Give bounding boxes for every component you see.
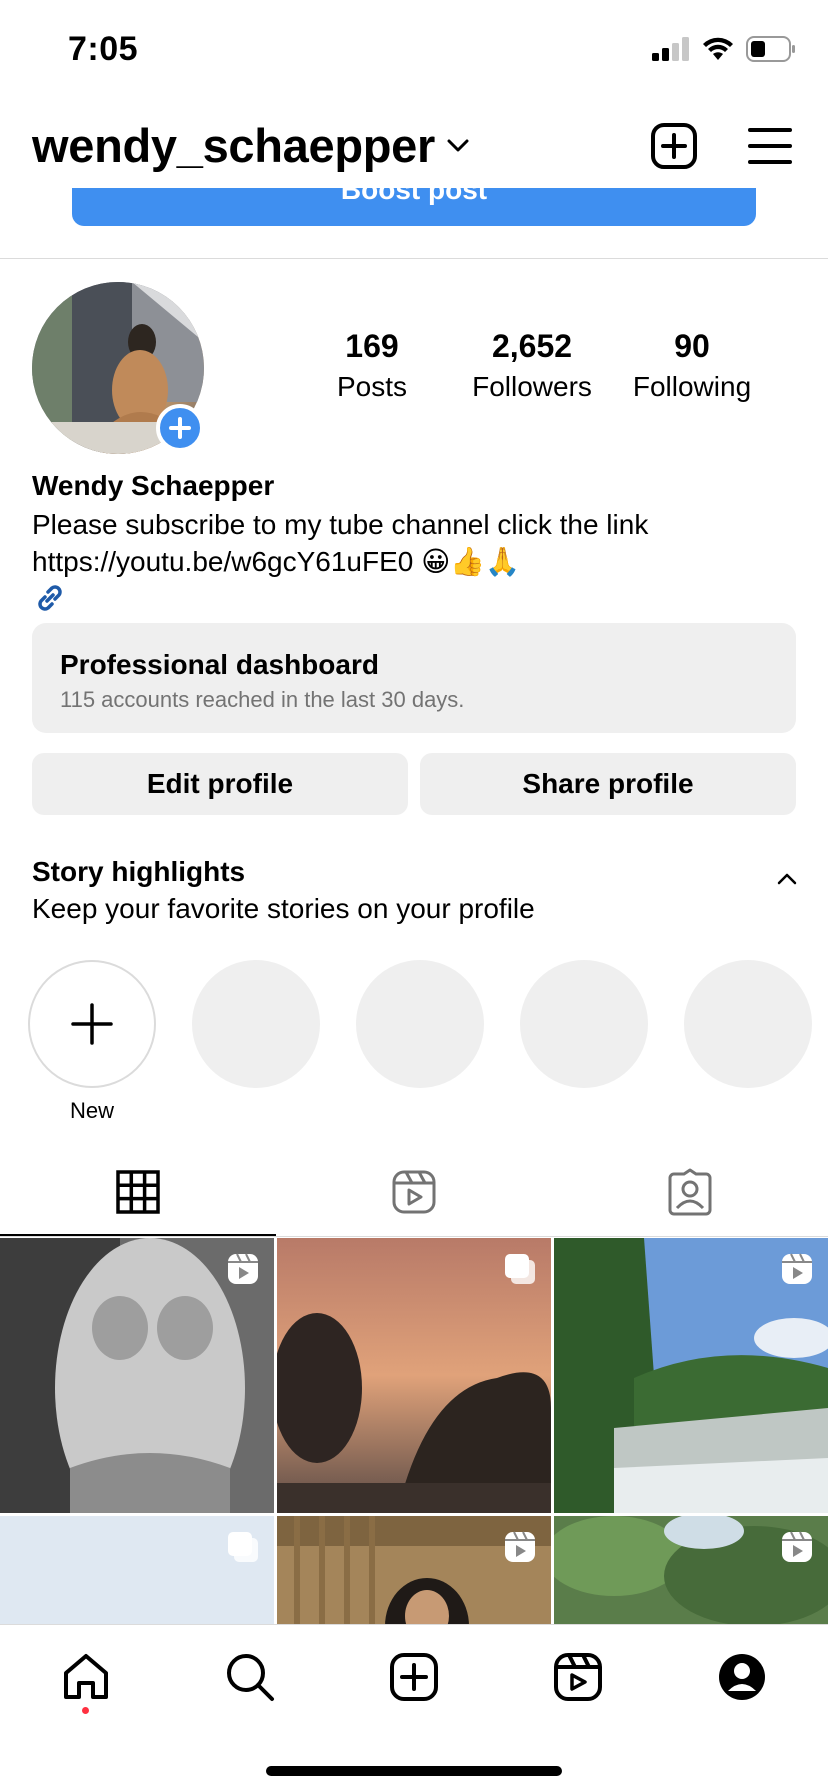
profile-icon[interactable]	[716, 1651, 768, 1703]
stat-followers-label: Followers	[472, 371, 592, 402]
dashboard-subtitle: 115 accounts reached in the last 30 days…	[60, 687, 465, 712]
create-icon[interactable]	[388, 1651, 440, 1703]
chevron-up-icon[interactable]	[774, 866, 800, 892]
grid-post[interactable]	[277, 1516, 551, 1626]
carousel-badge-icon	[228, 1532, 258, 1562]
professional-dashboard[interactable]: Professional dashboard 115 accounts reac…	[32, 623, 796, 733]
stat-followers-count: 2,652	[491, 328, 573, 364]
notification-dot	[82, 1707, 89, 1714]
highlight-placeholder	[192, 960, 320, 1088]
new-highlight-button[interactable]	[28, 960, 156, 1088]
wifi-icon	[703, 37, 733, 60]
stat-posts-label: Posts	[336, 371, 408, 402]
edit-profile-button[interactable]: Edit profile	[32, 753, 408, 815]
full-name: Wendy Schaepper	[32, 470, 275, 501]
reel-badge-icon	[505, 1531, 535, 1562]
grid-icon[interactable]	[114, 1168, 162, 1216]
plus-icon	[71, 1003, 113, 1045]
grid-post[interactable]	[0, 1238, 274, 1513]
share-profile-button[interactable]: Share profile	[420, 753, 796, 815]
reel-badge-icon	[228, 1253, 258, 1284]
highlight-placeholder	[684, 960, 812, 1088]
highlights-subtitle: Keep your favorite stories on your profi…	[32, 893, 535, 924]
battery-icon	[746, 36, 795, 62]
grid-post[interactable]	[554, 1238, 828, 1513]
plus-icon	[169, 417, 191, 439]
header-divider	[0, 258, 828, 259]
stat-following[interactable]: 90 Following	[612, 328, 772, 403]
status-time: 7:05	[68, 30, 139, 68]
chevron-down-icon	[447, 139, 469, 151]
home-indicator	[266, 1766, 562, 1776]
reels-icon[interactable]	[390, 1168, 438, 1216]
reel-badge-icon	[782, 1253, 812, 1284]
stat-following-label: Following	[632, 371, 752, 402]
dashboard-title: Professional dashboard	[60, 649, 379, 680]
link-icon[interactable]	[32, 580, 68, 616]
reel-badge-icon	[782, 1531, 812, 1562]
stat-posts[interactable]: 169 Posts	[292, 328, 452, 403]
search-icon[interactable]	[224, 1651, 276, 1703]
tab-divider	[0, 1236, 828, 1237]
bio[interactable]: Please subscribe to my tube channel clic…	[32, 506, 792, 580]
highlight-placeholder	[520, 960, 648, 1088]
tagged-icon[interactable]	[666, 1168, 714, 1216]
boost-post-label: Boost post	[340, 188, 488, 205]
grid-post[interactable]	[0, 1516, 274, 1626]
stat-followers[interactable]: 2,652 Followers	[452, 328, 612, 403]
grid-post[interactable]	[554, 1516, 828, 1626]
cellular-signal-icon	[652, 37, 689, 61]
add-story-button[interactable]	[156, 404, 204, 452]
stat-following-count: 90	[674, 328, 710, 364]
grid-post[interactable]	[277, 1238, 551, 1513]
boost-post-button[interactable]: Boost post	[72, 188, 756, 226]
new-highlight-label: New	[69, 1098, 114, 1123]
highlights-title: Story highlights	[32, 856, 246, 887]
stat-posts-count: 169	[345, 328, 399, 364]
reels-icon[interactable]	[552, 1651, 604, 1703]
status-icons	[652, 36, 796, 62]
create-post-icon[interactable]	[650, 122, 698, 170]
menu-icon[interactable]	[748, 126, 792, 166]
home-icon[interactable]	[60, 1651, 112, 1703]
carousel-badge-icon	[505, 1254, 535, 1284]
username: wendy_schaepper	[32, 119, 436, 172]
account-switcher[interactable]: wendy_schaepper	[32, 118, 469, 173]
highlight-placeholder	[356, 960, 484, 1088]
